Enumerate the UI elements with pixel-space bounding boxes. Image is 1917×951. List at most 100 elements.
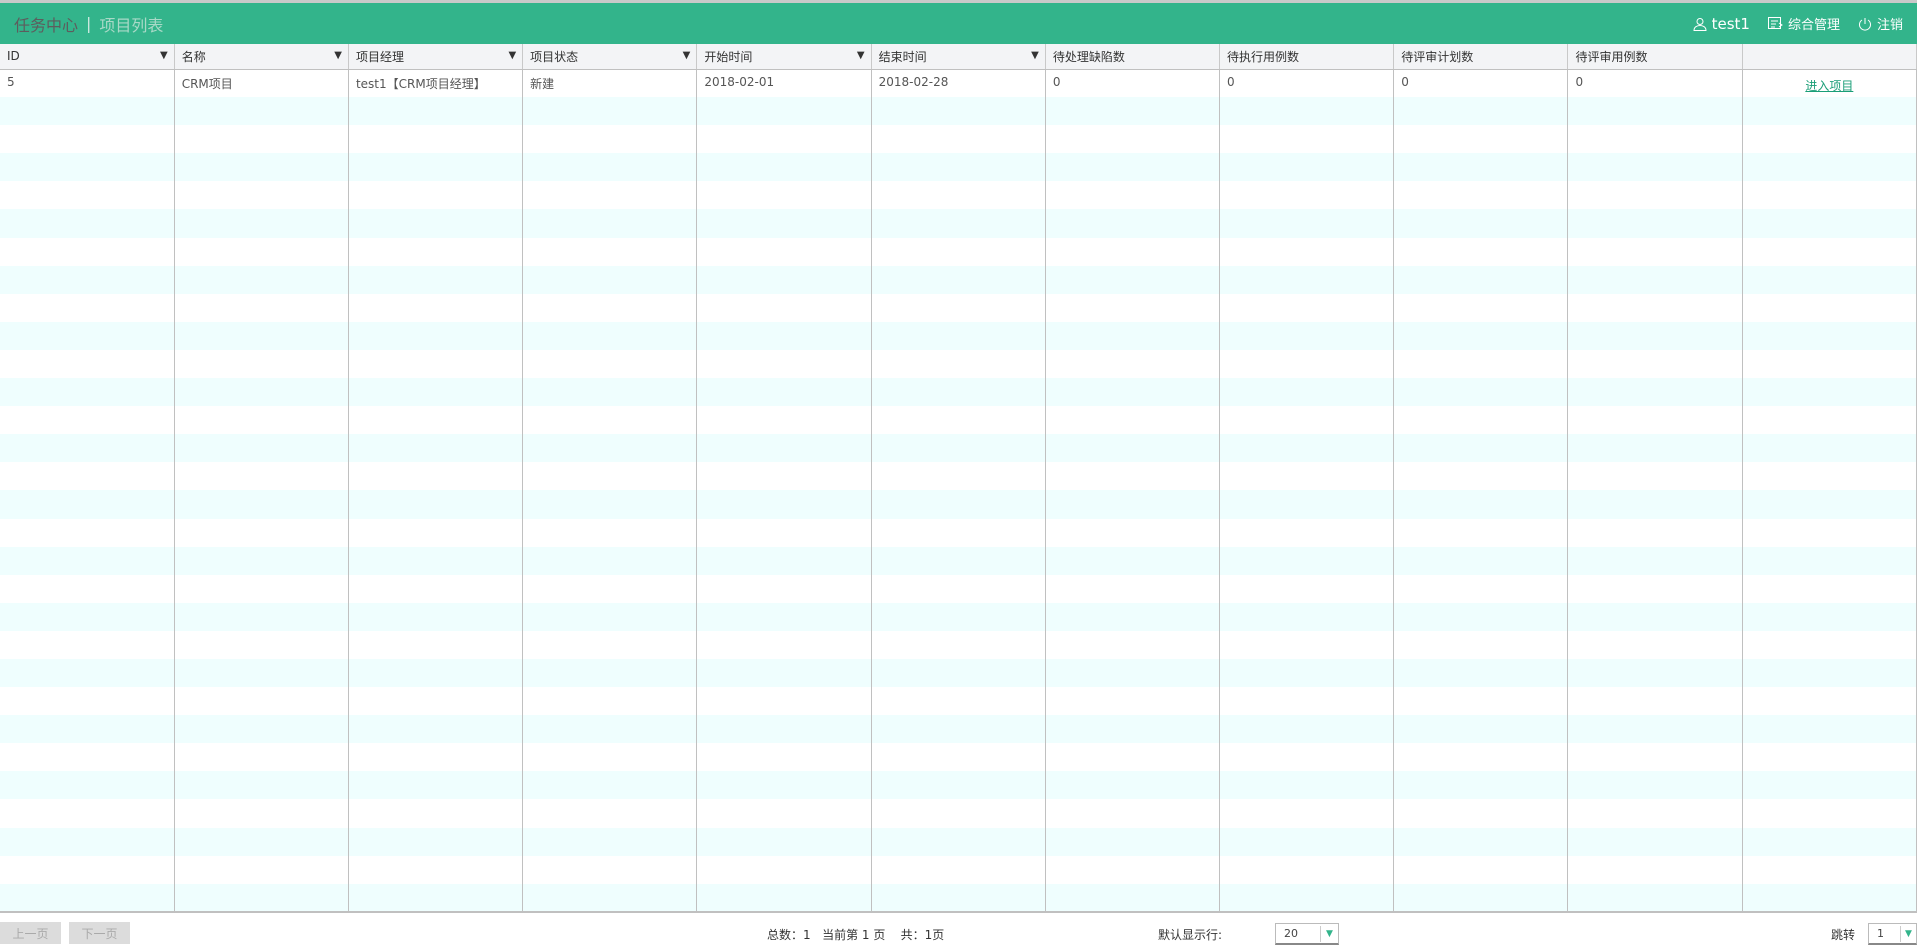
table-cell: [174, 658, 349, 688]
table-cell: [871, 349, 1046, 379]
filter-icon[interactable]: ▼: [1031, 50, 1039, 61]
table-cell: [348, 349, 524, 379]
table-cell: [871, 799, 1046, 828]
table-cell: [1567, 378, 1743, 407]
table-cell: [522, 462, 698, 491]
table-cell: [348, 743, 524, 772]
table-cell: [1567, 293, 1743, 322]
table-cell: [0, 153, 175, 182]
table-cell: [348, 434, 524, 463]
table-cell: [1219, 771, 1395, 800]
table-cell: [1045, 715, 1221, 744]
username: test1: [1711, 14, 1750, 33]
next-page-button[interactable]: 下一页: [69, 922, 130, 944]
column-header[interactable]: 项目经理 ▼: [348, 44, 524, 70]
table-cell: [1567, 883, 1743, 911]
table-cell: [522, 153, 698, 182]
table-cell: [1742, 518, 1917, 547]
table-cell: [348, 378, 524, 407]
enter-project-link[interactable]: 进入项目: [1750, 75, 1909, 94]
table-cell: [1393, 265, 1569, 294]
table-cell: [174, 406, 349, 435]
table-cell: [1742, 321, 1917, 350]
table-cell: [0, 265, 175, 294]
table-cell: [1219, 630, 1395, 659]
prev-page-button[interactable]: 上一页: [0, 922, 61, 944]
jump-page-select[interactable]: 1 ▼: [1868, 923, 1917, 945]
column-header[interactable]: 开始时间 ▼: [696, 44, 872, 70]
table-cell: [696, 799, 872, 828]
filter-icon[interactable]: ▼: [334, 50, 342, 61]
table-cell: [1567, 209, 1743, 238]
rows-per-page-select[interactable]: 20 ▼: [1275, 923, 1339, 945]
table-cell: [174, 602, 349, 631]
table-cell: [1393, 293, 1569, 322]
table-cell: [1219, 574, 1395, 603]
admin-link[interactable]: 综合管理: [1767, 14, 1840, 33]
table-cell: [1393, 462, 1569, 491]
table-cell: [1045, 209, 1221, 238]
column-header[interactable]: 名称 ▼: [174, 44, 349, 70]
table-cell: [0, 293, 175, 322]
table-cell: [0, 883, 175, 911]
table-cell: [1567, 715, 1743, 744]
jump-label: 跳转: [1831, 928, 1856, 942]
table-cell: [522, 630, 698, 659]
column-header[interactable]: ID ▼: [0, 44, 175, 70]
column-header[interactable]: 待执行用例数: [1219, 44, 1395, 70]
page-title: 项目列表: [99, 15, 164, 35]
table-cell: [348, 462, 524, 491]
table-cell: [1742, 237, 1917, 266]
table-cell: [174, 574, 349, 603]
table-cell: [1045, 630, 1221, 659]
table-cell: [0, 715, 175, 744]
table-row: [0, 687, 1917, 716]
table-cell: [174, 181, 349, 210]
column-header[interactable]: 项目状态 ▼: [522, 44, 698, 70]
table-cell: [348, 181, 524, 210]
filter-icon[interactable]: ▼: [160, 50, 168, 61]
column-header[interactable]: 待评审计划数: [1393, 44, 1569, 70]
table-cell: [696, 658, 872, 688]
table-cell: [1742, 630, 1917, 659]
table-cell: [696, 715, 872, 744]
table-cell: [522, 715, 698, 744]
table-cell: [522, 855, 698, 884]
filter-icon[interactable]: ▼: [857, 50, 865, 61]
table-cell: [1219, 293, 1395, 322]
column-header[interactable]: 结束时间 ▼: [871, 44, 1046, 70]
table-cell: [0, 827, 175, 856]
table-cell: 2018-02-01: [696, 69, 872, 98]
table-cell: [871, 715, 1046, 744]
table-cell: [348, 237, 524, 266]
table-cell: [174, 237, 349, 266]
table-cell: 0: [1567, 69, 1743, 98]
table-cell: [1393, 406, 1569, 435]
table-cell: [348, 518, 524, 547]
table-cell: [0, 434, 175, 463]
table-cell: [1045, 687, 1221, 716]
table-cell: [871, 658, 1046, 688]
table-cell: [1219, 855, 1395, 884]
table-cell: [871, 490, 1046, 519]
filter-icon[interactable]: ▼: [508, 50, 516, 61]
table-cell: [871, 434, 1046, 463]
user-menu[interactable]: test1: [1693, 15, 1750, 33]
column-header[interactable]: 待评审用例数: [1567, 44, 1743, 70]
table-row: [0, 462, 1917, 491]
column-label: 待评审用例数: [1575, 49, 1648, 64]
table-cell: [1045, 518, 1221, 547]
filter-icon[interactable]: ▼: [683, 50, 691, 61]
table-cell: [1393, 771, 1569, 800]
table-cell: [871, 827, 1046, 856]
column-header[interactable]: [1742, 44, 1917, 70]
table-cell: [1567, 434, 1743, 463]
table-cell: [696, 434, 872, 463]
table-cell: [0, 349, 175, 379]
table-cell: [522, 237, 698, 266]
table-cell: [871, 462, 1046, 491]
column-header[interactable]: 待处理缺陷数: [1045, 44, 1221, 70]
column-label: 待执行用例数: [1227, 49, 1300, 64]
table-cell: [1567, 153, 1743, 182]
logout-link[interactable]: 注销: [1858, 14, 1903, 33]
